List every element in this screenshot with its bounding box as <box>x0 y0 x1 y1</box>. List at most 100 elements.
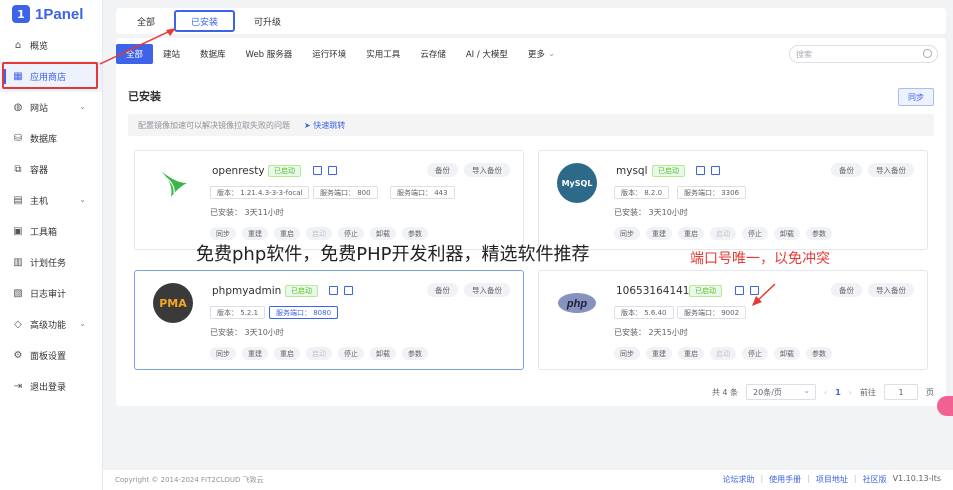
restart-button[interactable]: 重启 <box>678 347 704 360</box>
category-database[interactable]: 数据库 <box>190 44 236 64</box>
document-icon[interactable] <box>750 286 759 295</box>
project-link[interactable]: 项目地址 <box>816 474 848 485</box>
forum-link[interactable]: 论坛求助 <box>722 474 754 485</box>
uninstall-button[interactable]: 卸载 <box>774 227 800 240</box>
document-icon[interactable] <box>344 286 353 295</box>
tab-installed[interactable]: 已安装 <box>174 10 236 32</box>
toolbox-icon: ▣ <box>13 225 23 237</box>
page-number[interactable]: 1 <box>835 388 841 397</box>
category-website[interactable]: 建站 <box>153 44 190 64</box>
start-button[interactable]: 启动 <box>306 347 332 360</box>
main-panel: 全部 建站 数据库 Web 服务器 运行环境 实用工具 云存储 AI / 大模型… <box>116 38 946 406</box>
sync-action-button[interactable]: 同步 <box>210 347 236 360</box>
document-icon[interactable] <box>328 166 337 175</box>
sidebar-item-cron[interactable]: ▥ 计划任务 <box>0 247 102 278</box>
category-runtime[interactable]: 运行环境 <box>302 44 356 64</box>
goto-page-value: 1 <box>898 387 904 397</box>
uninstall-button[interactable]: 卸载 <box>370 227 396 240</box>
folder-icon[interactable] <box>735 286 744 295</box>
sidebar-item-logout[interactable]: ⇥ 退出登录 <box>0 371 102 402</box>
logo[interactable]: 1 1Panel <box>0 0 102 28</box>
rebuild-button[interactable]: 重建 <box>646 347 672 360</box>
goto-page-input[interactable]: 1 <box>884 384 918 400</box>
sync-action-button[interactable]: 同步 <box>614 347 640 360</box>
folder-icon[interactable] <box>313 166 322 175</box>
prev-page-icon[interactable]: ‹ <box>824 388 827 397</box>
folder-icon[interactable] <box>696 166 705 175</box>
sidebar-item-label: 主机 <box>30 197 49 207</box>
sidebar-item-logs[interactable]: ▧ 日志审计 <box>0 278 102 309</box>
floating-helper-button[interactable] <box>937 396 953 416</box>
category-more[interactable]: 更多 ⌄ <box>518 44 565 64</box>
document-icon[interactable] <box>711 166 720 175</box>
params-button[interactable]: 参数 <box>806 347 832 360</box>
category-all[interactable]: 全部 <box>116 44 154 64</box>
app-name: mysql <box>616 165 648 177</box>
backup-button[interactable]: 备份 <box>427 283 458 297</box>
sidebar-item-advanced[interactable]: ◇ 高级功能 ⌄ <box>0 309 102 340</box>
search-input[interactable]: 搜索 <box>789 45 938 63</box>
installed-time: 已安装： 3天10小时 <box>210 328 284 337</box>
restart-button[interactable]: 重启 <box>274 227 300 240</box>
next-page-icon[interactable]: › <box>849 388 852 397</box>
rebuild-button[interactable]: 重建 <box>242 227 268 240</box>
stop-button[interactable]: 停止 <box>742 227 768 240</box>
divider: | <box>760 474 764 483</box>
tab-upgradable[interactable]: 可升级 <box>239 10 296 32</box>
app-name: 10653164141 <box>616 285 690 297</box>
database-icon: ⛁ <box>13 132 23 144</box>
stop-button[interactable]: 停止 <box>338 227 364 240</box>
params-button[interactable]: 参数 <box>402 227 428 240</box>
import-backup-button[interactable]: 导入备份 <box>868 283 914 297</box>
logo-icon: 1 <box>12 5 30 23</box>
category-web-server[interactable]: Web 服务器 <box>236 44 303 64</box>
sidebar-item-overview[interactable]: ⌂ 概览 <box>0 30 102 61</box>
edition-link[interactable]: 社区版 <box>863 474 887 485</box>
backup-button[interactable]: 备份 <box>427 163 458 177</box>
total-count: 共 4 条 <box>711 387 739 397</box>
category-tools[interactable]: 实用工具 <box>356 44 410 64</box>
sync-button[interactable]: 同步 <box>898 88 934 106</box>
svg-text:php: php <box>566 298 587 310</box>
start-button[interactable]: 启动 <box>710 347 736 360</box>
sidebar-item-app-store[interactable]: ▦ 应用商店 <box>0 61 102 92</box>
import-backup-button[interactable]: 导入备份 <box>464 283 510 297</box>
category-ai[interactable]: AI / 大模型 <box>456 44 518 64</box>
page-size-select[interactable]: 20条/页 <box>746 384 817 400</box>
uninstall-button[interactable]: 卸载 <box>774 347 800 360</box>
installed-time: 已安装： 3天11小时 <box>210 208 284 217</box>
backup-button[interactable]: 备份 <box>831 283 862 297</box>
sidebar-item-label: 日志审计 <box>30 290 67 300</box>
uninstall-button[interactable]: 卸载 <box>370 347 396 360</box>
params-button[interactable]: 参数 <box>402 347 428 360</box>
divider: | <box>853 474 857 483</box>
backup-button[interactable]: 备份 <box>831 163 862 177</box>
status-badge: 已启动 <box>652 165 685 177</box>
params-button[interactable]: 参数 <box>806 227 832 240</box>
sync-action-button[interactable]: 同步 <box>614 227 640 240</box>
import-backup-button[interactable]: 导入备份 <box>464 163 510 177</box>
rebuild-button[interactable]: 重建 <box>242 347 268 360</box>
tab-all[interactable]: 全部 <box>122 10 170 32</box>
sync-action-button[interactable]: 同步 <box>210 227 236 240</box>
goto-label: 前往 <box>860 387 876 397</box>
rebuild-button[interactable]: 重建 <box>646 227 672 240</box>
import-backup-button[interactable]: 导入备份 <box>868 163 914 177</box>
sidebar-item-label: 概览 <box>30 42 49 52</box>
restart-button[interactable]: 重启 <box>678 227 704 240</box>
sidebar-item-settings[interactable]: ⚙ 面板设置 <box>0 340 102 371</box>
manual-link[interactable]: 使用手册 <box>769 474 801 485</box>
sidebar-item-containers[interactable]: ⧉ 容器 <box>0 154 102 185</box>
start-button[interactable]: 启动 <box>306 227 332 240</box>
sidebar-item-websites[interactable]: ◍ 网站 ⌄ <box>0 92 102 123</box>
category-cloud-storage[interactable]: 云存储 <box>410 44 456 64</box>
folder-icon[interactable] <box>329 286 338 295</box>
quick-jump-link[interactable]: ➤ 快速跳转 <box>304 120 345 131</box>
sidebar-item-database[interactable]: ⛁ 数据库 <box>0 123 102 154</box>
restart-button[interactable]: 重启 <box>274 347 300 360</box>
stop-button[interactable]: 停止 <box>338 347 364 360</box>
sidebar-item-toolbox[interactable]: ▣ 工具箱 <box>0 216 102 247</box>
start-button[interactable]: 启动 <box>710 227 736 240</box>
stop-button[interactable]: 停止 <box>742 347 768 360</box>
sidebar-item-host[interactable]: ▤ 主机 ⌄ <box>0 185 102 216</box>
